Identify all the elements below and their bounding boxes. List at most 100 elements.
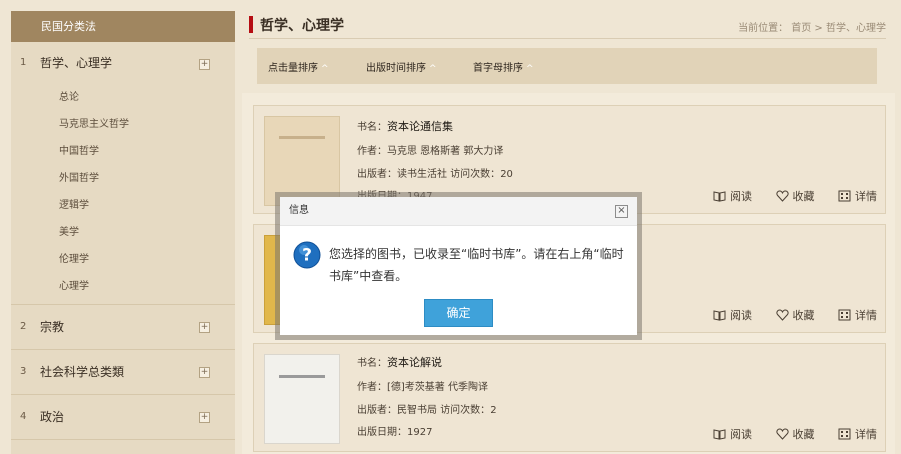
- cover-title-strip: [279, 375, 325, 378]
- category-number: 4: [20, 411, 27, 422]
- favorite-label: 收藏: [792, 190, 815, 203]
- dialog-message: 您选择的图书，已收录至“临时书库”。请在右上角“临时书库”中查看。: [329, 247, 624, 283]
- category-label: 政治: [40, 410, 65, 424]
- book-date-row: 出版日期：1927: [357, 423, 432, 438]
- category-label: 宗教: [40, 320, 65, 334]
- subcategory-item[interactable]: 马克思主义哲学: [11, 111, 235, 138]
- detail-label: 详情: [855, 309, 877, 322]
- expand-icon[interactable]: +: [199, 322, 210, 333]
- read-label: 阅读: [730, 309, 752, 322]
- sidebar-category-1[interactable]: 1 哲学、心理学 +: [11, 42, 235, 84]
- heart-icon: [775, 428, 789, 440]
- grid-icon: [838, 309, 851, 321]
- book-author-row: 作者：马克思 恩格斯著 郭大力译: [357, 142, 503, 157]
- favorite-button[interactable]: 收藏: [775, 428, 815, 441]
- question-icon: ?: [293, 241, 321, 269]
- category-number: 3: [20, 366, 27, 377]
- date-label: 出版日期：: [357, 427, 407, 438]
- detail-label: 详情: [855, 428, 877, 441]
- book-actions: 阅读 收藏 详情: [693, 307, 877, 323]
- subcategory-item[interactable]: 总论: [11, 84, 235, 111]
- sort-by-initial[interactable]: 首字母排序 ^: [473, 59, 534, 74]
- book-actions: 阅读 收藏 详情: [693, 426, 877, 442]
- book-cover[interactable]: [264, 354, 340, 444]
- book-name-row: 书名：资本论通信集: [357, 118, 453, 134]
- caret-up-icon: ^: [429, 64, 437, 74]
- book-name-label: 书名：: [357, 122, 387, 133]
- book-name-label: 书名：: [357, 358, 387, 369]
- book-publisher: 民智书局: [397, 405, 437, 416]
- category-number: 1: [20, 57, 27, 68]
- page-title: 哲学、心理学: [260, 18, 344, 34]
- detail-button[interactable]: 详情: [838, 428, 877, 441]
- category-number: 2: [20, 321, 27, 332]
- subcategory-list: 总论 马克思主义哲学 中国哲学 外国哲学 逻辑学 美学 伦理学 心理学: [11, 84, 235, 305]
- close-icon[interactable]: ×: [615, 205, 628, 218]
- visits-label: 访问次数：: [450, 169, 501, 180]
- visits-label: 访问次数：: [440, 405, 491, 416]
- expand-icon[interactable]: +: [199, 367, 210, 378]
- breadcrumb[interactable]: 当前位置： 首页 > 哲学、心理学: [738, 19, 886, 34]
- subcategory-item[interactable]: 中国哲学: [11, 138, 235, 165]
- author-label: 作者：: [357, 382, 387, 393]
- book-open-icon: [713, 310, 726, 321]
- subcategory-item[interactable]: 逻辑学: [11, 192, 235, 219]
- book-author-row: 作者：[德]考茨基著 代季陶译: [357, 378, 488, 393]
- sort-label: 点击量排序: [268, 63, 318, 74]
- read-button[interactable]: 阅读: [713, 309, 752, 322]
- grid-icon: [838, 428, 851, 440]
- book-author: 马克思 恩格斯著 郭大力译: [387, 146, 504, 157]
- sidebar-category-2[interactable]: 2 宗教 +: [11, 305, 235, 350]
- info-dialog: 信息 × ? 您选择的图书，已收录至“临时书库”。请在右上角“临时书库”中查看。…: [280, 197, 637, 335]
- category-label: 社会科学总类類: [40, 365, 125, 379]
- favorite-button[interactable]: 收藏: [775, 190, 815, 203]
- svg-text:?: ?: [302, 246, 312, 266]
- book-publisher: 读书生活社: [397, 169, 447, 180]
- book-name[interactable]: 资本论解说: [387, 356, 442, 369]
- favorite-label: 收藏: [792, 309, 815, 322]
- sort-label: 首字母排序: [473, 63, 523, 74]
- sidebar-header: 民国分类法: [11, 11, 235, 42]
- cover-title-strip: [279, 136, 325, 139]
- book-card: 书名：资本论解说 作者：[德]考茨基著 代季陶译 出版者：民智书局 访问次数：2…: [253, 343, 886, 452]
- subcategory-item[interactable]: 外国哲学: [11, 165, 235, 192]
- book-author: [德]考茨基著 代季陶译: [387, 382, 488, 393]
- confirm-button[interactable]: 确定: [424, 299, 493, 327]
- publisher-label: 出版者：: [357, 405, 397, 416]
- read-label: 阅读: [730, 428, 752, 441]
- book-actions: 阅读 收藏 详情: [693, 188, 877, 204]
- sort-by-clicks[interactable]: 点击量排序 ^: [268, 59, 329, 74]
- author-label: 作者：: [357, 146, 387, 157]
- caret-up-icon: ^: [321, 64, 329, 74]
- subcategory-item[interactable]: 美学: [11, 219, 235, 246]
- detail-button[interactable]: 详情: [838, 309, 877, 322]
- book-open-icon: [713, 191, 726, 202]
- book-publisher-row: 出版者：读书生活社 访问次数：20: [357, 165, 513, 180]
- book-date: 1927: [407, 427, 433, 438]
- heart-icon: [775, 190, 789, 202]
- heart-icon: [775, 309, 789, 321]
- category-label: 哲学、心理学: [40, 56, 113, 70]
- dialog-title: 信息: [280, 197, 637, 226]
- subcategory-item[interactable]: 心理学: [11, 273, 235, 300]
- sidebar: 民国分类法 1 哲学、心理学 + 总论 马克思主义哲学 中国哲学 外国哲学 逻辑…: [11, 11, 235, 454]
- page-header: 哲学、心理学 当前位置： 首页 > 哲学、心理学: [249, 12, 886, 39]
- subcategory-item[interactable]: 伦理学: [11, 246, 235, 273]
- expand-icon[interactable]: +: [199, 59, 210, 70]
- favorite-label: 收藏: [792, 428, 815, 441]
- detail-button[interactable]: 详情: [838, 190, 877, 203]
- book-open-icon: [713, 429, 726, 440]
- favorite-button[interactable]: 收藏: [775, 309, 815, 322]
- read-label: 阅读: [730, 190, 752, 203]
- title-accent-bar: [249, 16, 253, 33]
- grid-icon: [838, 190, 851, 202]
- sidebar-category-3[interactable]: 3 社会科学总类類 +: [11, 350, 235, 395]
- read-button[interactable]: 阅读: [713, 428, 752, 441]
- book-name[interactable]: 资本论通信集: [387, 120, 453, 133]
- sort-by-date[interactable]: 出版时间排序 ^: [366, 59, 437, 74]
- book-name-row: 书名：资本论解说: [357, 354, 442, 370]
- publisher-label: 出版者：: [357, 169, 397, 180]
- read-button[interactable]: 阅读: [713, 190, 752, 203]
- expand-icon[interactable]: +: [199, 412, 210, 423]
- sidebar-category-4[interactable]: 4 政治 +: [11, 395, 235, 440]
